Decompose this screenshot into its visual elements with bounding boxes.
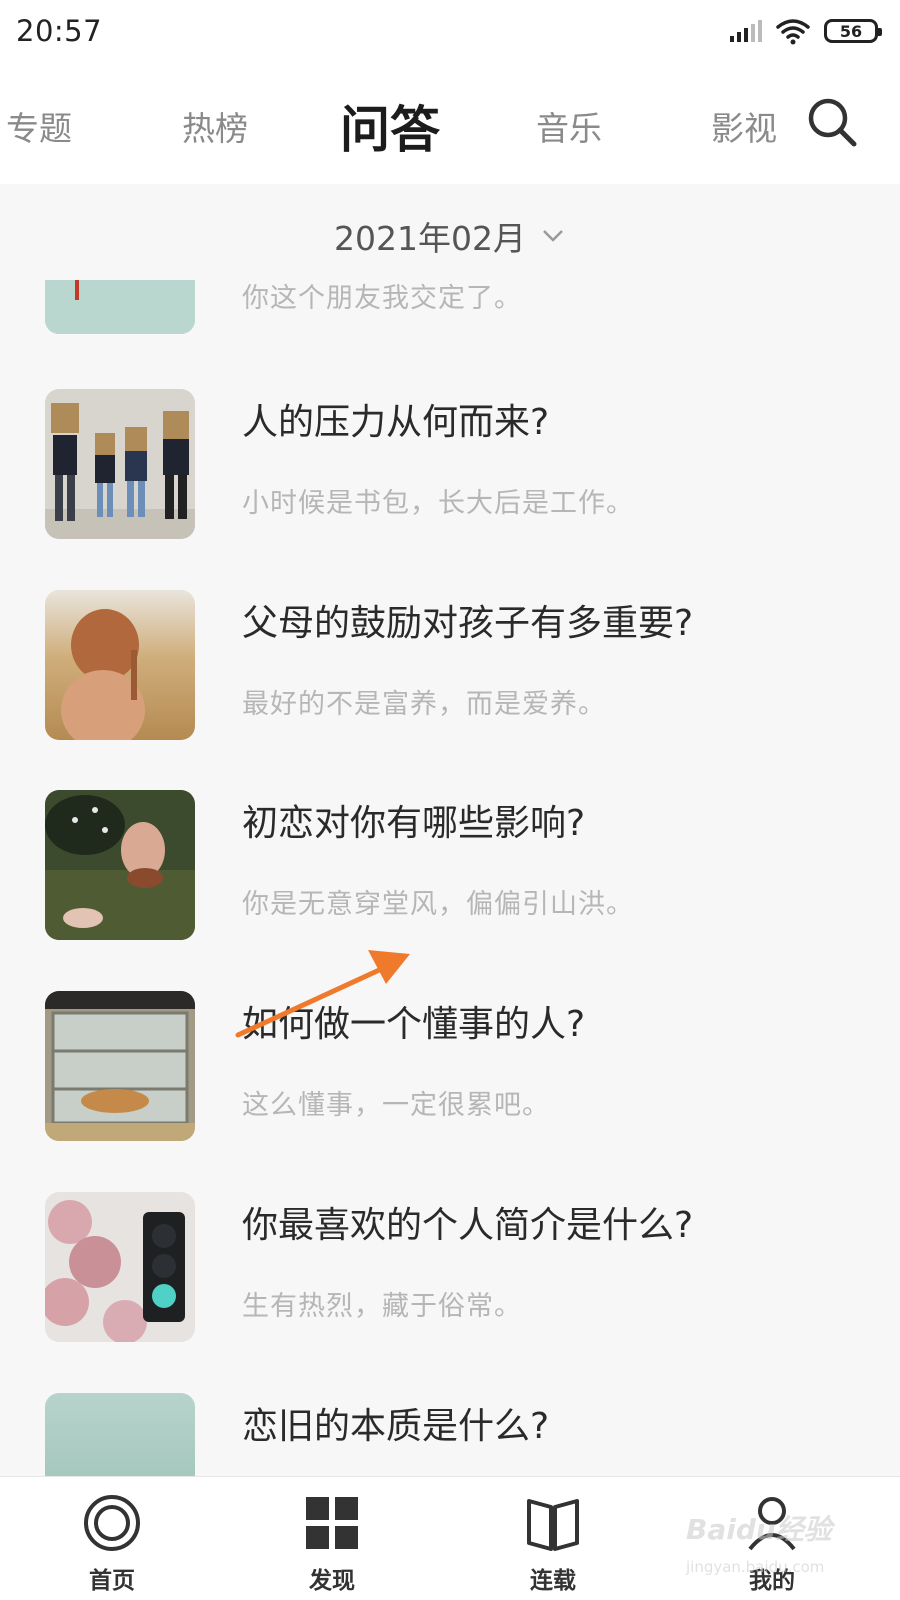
list-item-subtitle: 小时候是书包，长大后是工作。: [242, 488, 634, 519]
tab-qa[interactable]: 问答: [340, 90, 440, 162]
month-selector[interactable]: 2021年02月: [0, 196, 900, 276]
nav-home-label: 首页: [89, 1568, 135, 1594]
status-time: 20:57: [16, 14, 103, 48]
wifi-icon: [776, 19, 810, 45]
list-item-thumbnail: [45, 1192, 195, 1342]
list-item-title: 你最喜欢的个人简介是什么?: [242, 1205, 694, 1246]
list-item[interactable]: 恋旧的本质是什么?: [0, 1393, 900, 1476]
list-item[interactable]: 你这个朋友我交定了。: [0, 280, 900, 334]
list-item-subtitle: 生有热烈，藏于俗常。: [242, 1291, 522, 1322]
nav-discover-label: 发现: [309, 1568, 355, 1594]
list-item-title: 如何做一个懂事的人?: [242, 1004, 586, 1045]
list-item-subtitle: 你这个朋友我交定了。: [242, 283, 522, 314]
nav-discover[interactable]: 发现: [272, 1493, 392, 1594]
battery-icon: 56: [824, 19, 882, 43]
list-item-title: 父母的鼓励对孩子有多重要?: [242, 603, 694, 644]
chevron-down-icon: [543, 230, 563, 242]
list-item-thumbnail: [45, 280, 195, 334]
signal-icon: [730, 20, 762, 42]
status-bar: 20:57 56: [0, 0, 900, 62]
battery-level: 56: [839, 21, 863, 41]
tab-hot-list[interactable]: 热榜: [182, 102, 248, 150]
list-item-thumbnail: [45, 1393, 195, 1476]
list-item-subtitle: 你是无意穿堂风，偏偏引山洪。: [242, 889, 634, 920]
status-icons: 56: [728, 16, 882, 46]
list-item[interactable]: 初恋对你有哪些影响? 你是无意穿堂风，偏偏引山洪。: [0, 790, 900, 940]
tab-topics[interactable]: 专题: [6, 102, 72, 150]
nav-profile-label: 我的: [749, 1568, 795, 1594]
nav-serial[interactable]: 连载: [493, 1493, 613, 1594]
bottom-nav: 首页 发现 连载 我的: [0, 1476, 900, 1600]
list-item[interactable]: 如何做一个懂事的人? 这么懂事，一定很累吧。: [0, 991, 900, 1141]
list-item-title: 人的压力从何而来?: [242, 402, 550, 443]
list-item[interactable]: 你最喜欢的个人简介是什么? 生有热烈，藏于俗常。: [0, 1192, 900, 1342]
search-icon[interactable]: [804, 94, 860, 150]
home-ring-icon: [84, 1495, 140, 1551]
nav-home[interactable]: 首页: [52, 1493, 172, 1594]
month-label: 2021年02月: [334, 219, 526, 258]
list-item[interactable]: 人的压力从何而来? 小时候是书包，长大后是工作。: [0, 389, 900, 539]
qa-list: 你这个朋友我交定了。 人的压力从何而来? 小时候是书包，长大后是工作。 父母的鼓…: [0, 280, 900, 1476]
top-tab-bar: 专题 热榜 问答 音乐 影视: [0, 62, 900, 184]
grid-icon: [306, 1497, 358, 1549]
list-item[interactable]: 父母的鼓励对孩子有多重要? 最好的不是富养，而是爱养。: [0, 590, 900, 740]
tab-music[interactable]: 音乐: [536, 102, 602, 150]
tab-film[interactable]: 影视: [711, 102, 777, 150]
list-item-title: 恋旧的本质是什么?: [242, 1406, 550, 1447]
list-item-thumbnail: [45, 389, 195, 539]
user-icon: [748, 1497, 796, 1551]
list-item-thumbnail: [45, 790, 195, 940]
nav-serial-label: 连载: [530, 1568, 576, 1594]
list-item-thumbnail: [45, 991, 195, 1141]
list-item-thumbnail: [45, 590, 195, 740]
list-item-subtitle: 这么懂事，一定很累吧。: [242, 1090, 550, 1121]
nav-profile[interactable]: 我的: [712, 1493, 832, 1594]
book-icon: [527, 1499, 579, 1551]
list-item-subtitle: 最好的不是富养，而是爱养。: [242, 689, 606, 720]
list-item-title: 初恋对你有哪些影响?: [242, 803, 586, 844]
